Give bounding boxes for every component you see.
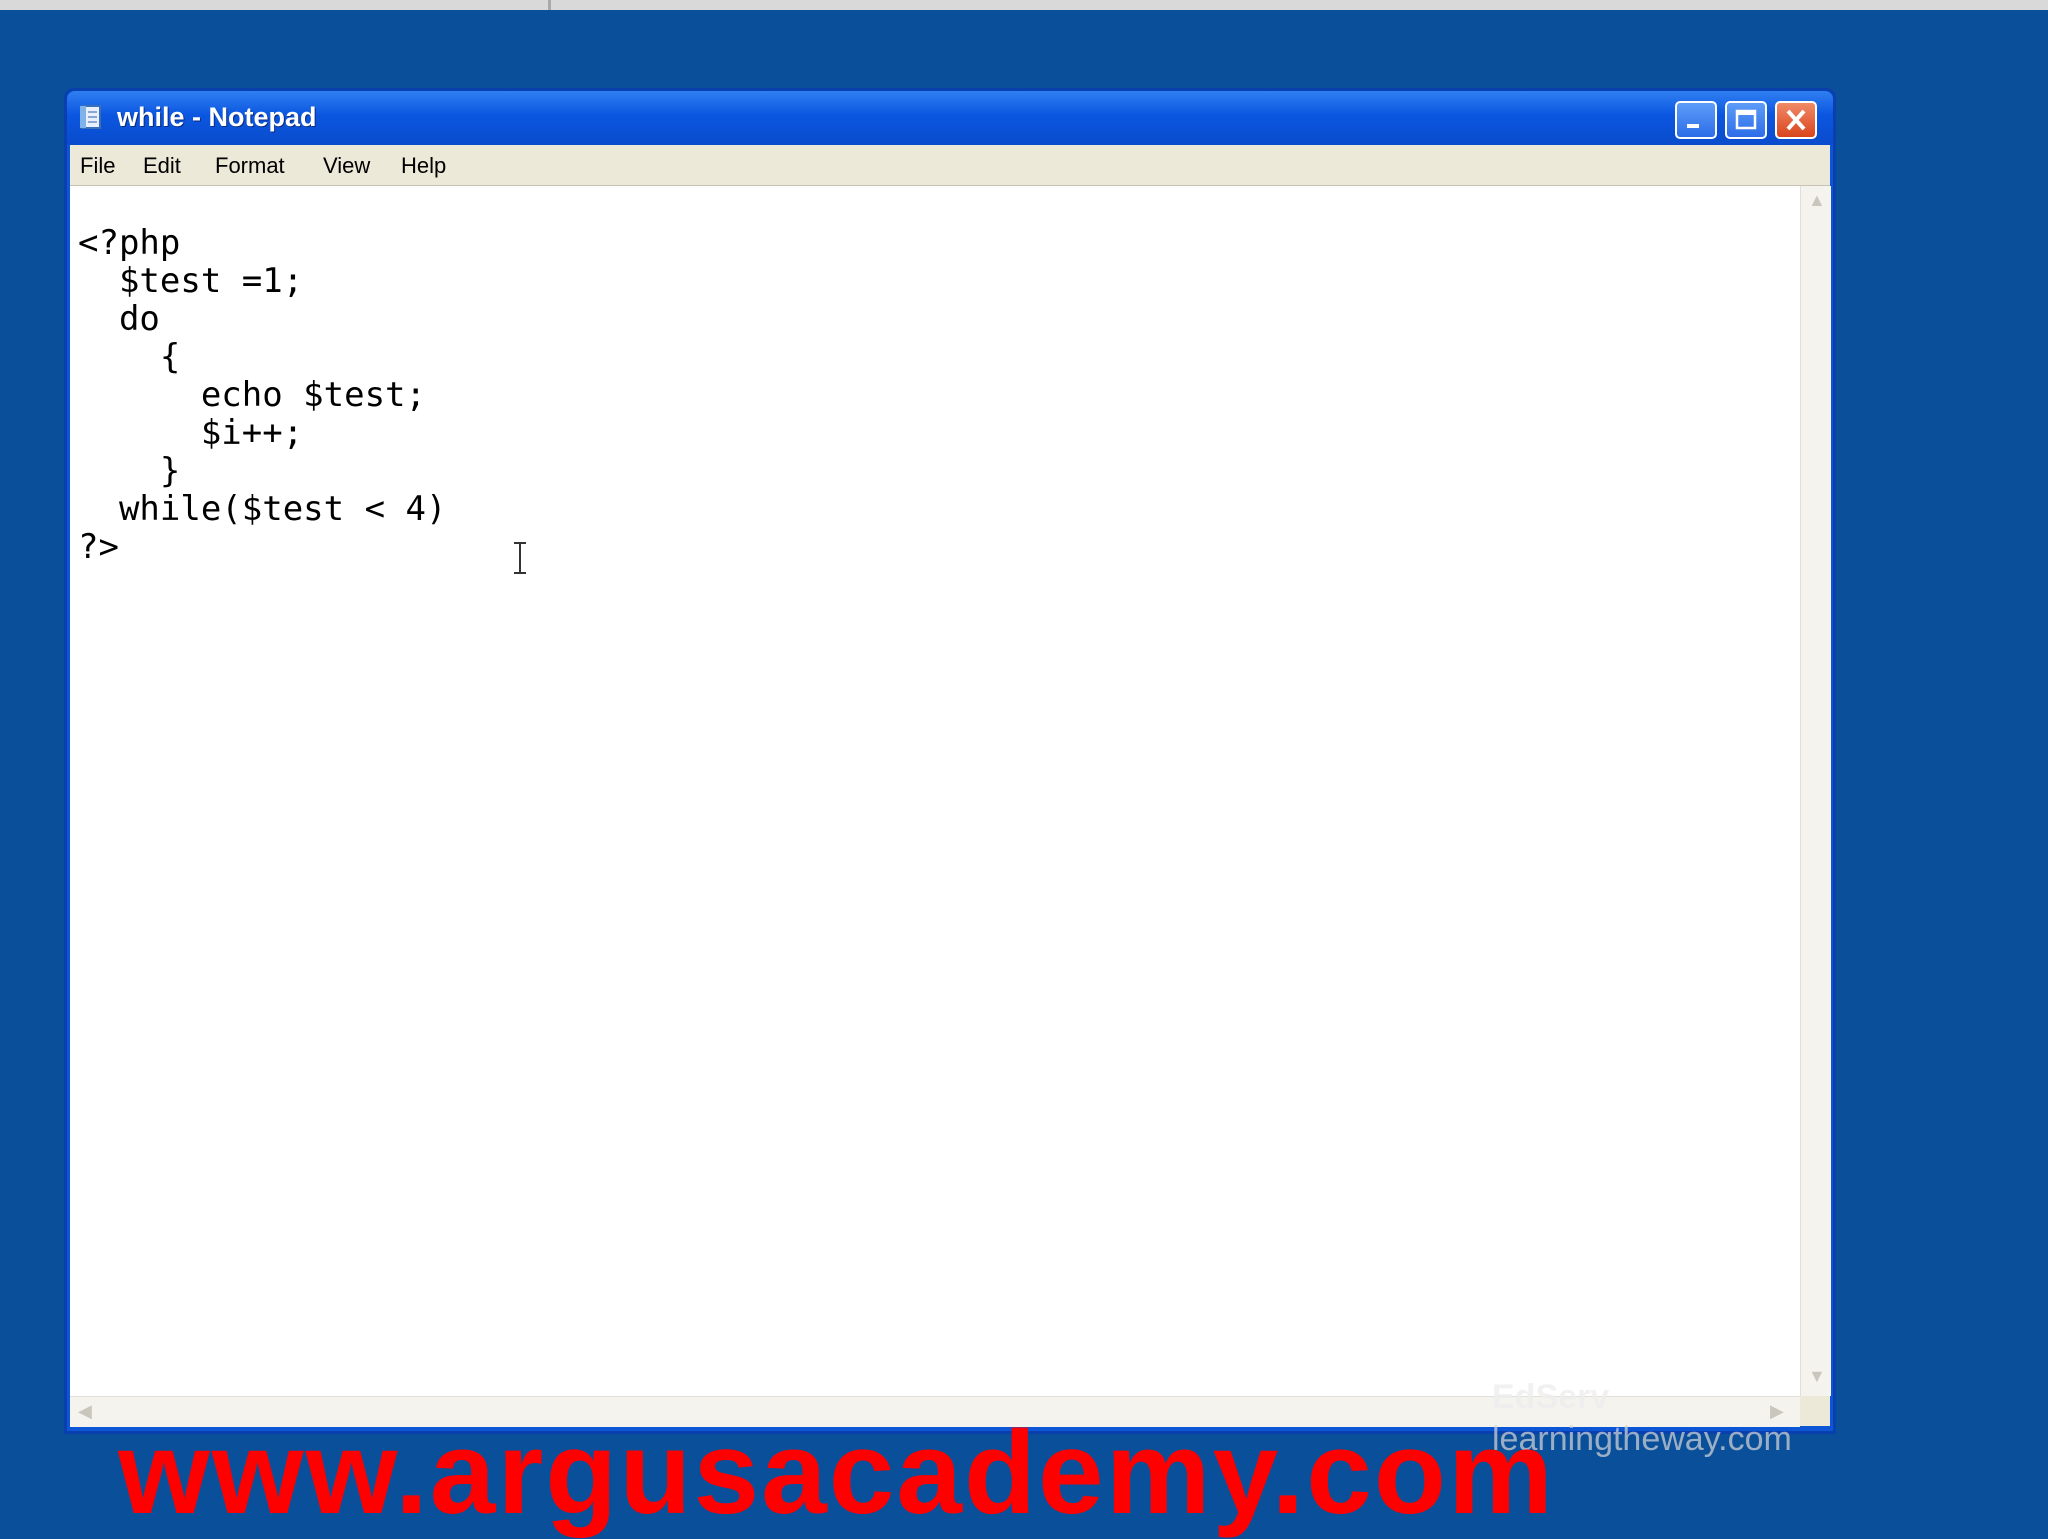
top-strip-divider bbox=[548, 0, 551, 10]
code-line: echo $test; bbox=[78, 375, 426, 415]
menu-file[interactable]: File bbox=[80, 153, 115, 179]
website-banner: www.argusacademy.com bbox=[118, 1407, 1555, 1539]
menu-format[interactable]: Format bbox=[215, 153, 285, 179]
vertical-scrollbar[interactable]: ▲ ▼ bbox=[1800, 186, 1831, 1396]
close-button[interactable] bbox=[1775, 101, 1817, 139]
code-text[interactable]: <?php $test =1; do { echo $test; $i++; }… bbox=[78, 224, 446, 566]
scroll-right-icon[interactable]: ▶ bbox=[1770, 1401, 1784, 1422]
notepad-icon bbox=[80, 105, 101, 129]
top-strip bbox=[0, 0, 2048, 10]
minimize-button[interactable] bbox=[1675, 101, 1717, 139]
code-line: { bbox=[78, 337, 181, 377]
scroll-left-icon[interactable]: ◀ bbox=[78, 1401, 92, 1422]
menu-help[interactable]: Help bbox=[401, 153, 446, 179]
menu-bar: File Edit Format View Help bbox=[70, 145, 1830, 186]
code-line: while($test < 4) bbox=[78, 489, 447, 529]
text-cursor-icon bbox=[514, 542, 526, 574]
code-line: } bbox=[78, 451, 181, 491]
notepad-window: while - Notepad File Edit Format View He… bbox=[64, 88, 1836, 1434]
maximize-button[interactable] bbox=[1725, 101, 1767, 139]
menu-edit[interactable]: Edit bbox=[143, 153, 181, 179]
size-grip[interactable] bbox=[1800, 1396, 1830, 1426]
close-icon bbox=[1786, 109, 1806, 131]
maximize-icon bbox=[1735, 109, 1757, 130]
code-line: $test =1; bbox=[78, 261, 304, 301]
minimize-icon bbox=[1687, 124, 1699, 128]
scroll-down-icon[interactable]: ▼ bbox=[1808, 1366, 1826, 1387]
window-title: while - Notepad bbox=[117, 102, 317, 132]
code-line: $i++; bbox=[78, 413, 304, 453]
menu-view[interactable]: View bbox=[323, 153, 370, 179]
title-bar[interactable]: while - Notepad bbox=[67, 91, 1833, 145]
scroll-up-icon[interactable]: ▲ bbox=[1808, 190, 1826, 211]
text-editor-area[interactable]: <?php $test =1; do { echo $test; $i++; }… bbox=[70, 186, 1800, 1396]
code-line: do bbox=[78, 299, 160, 339]
code-line: ?> bbox=[78, 527, 119, 567]
code-line: <?php bbox=[78, 223, 181, 263]
